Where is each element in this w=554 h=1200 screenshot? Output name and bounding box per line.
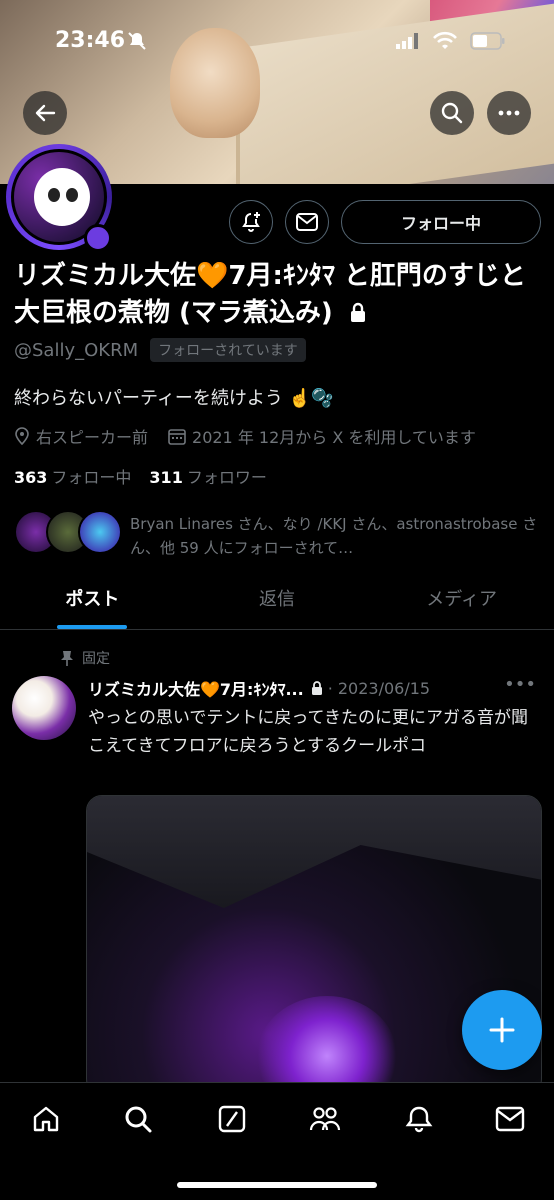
wifi-icon	[433, 31, 457, 49]
compose-button[interactable]	[462, 990, 542, 1070]
mail-icon	[296, 213, 318, 231]
nav-home[interactable]	[28, 1101, 64, 1137]
following-count: 363	[14, 468, 48, 487]
following-button[interactable]: フォロー中	[341, 200, 541, 244]
avatar-eye	[66, 188, 78, 202]
post-more-icon[interactable]: •••	[504, 674, 536, 695]
nav-search[interactable]	[120, 1101, 156, 1137]
profile-location: 右スピーカー前	[36, 428, 149, 447]
follows-you-badge: フォローされています	[150, 338, 306, 362]
tab-media[interactable]: メディア	[369, 578, 554, 629]
bell-plus-icon	[242, 212, 260, 232]
profile-bio: 終わらないパーティーを続けよう ☝️🫧	[14, 388, 334, 409]
status-bar: 23:46	[0, 28, 554, 58]
profile-tabs: ポスト 返信 メディア	[0, 578, 554, 630]
following-label: フォロー中	[51, 468, 132, 487]
display-name: リズミカル大佐🧡7月:ｷﾝﾀﾏ と肛門のすじと大巨根の煮物 (マラ煮込み)	[14, 261, 526, 328]
followers-count: 311	[149, 468, 183, 487]
location-icon	[15, 427, 29, 445]
nav-communities[interactable]	[307, 1101, 343, 1137]
signal-icon	[396, 33, 418, 49]
profile-meta: 右スピーカー前 2021 年 12月から X を利用しています	[14, 424, 476, 448]
home-indicator	[177, 1182, 377, 1188]
more-icon	[498, 110, 520, 116]
mute-bell-icon	[128, 32, 146, 50]
pin-icon	[61, 651, 73, 666]
tab-replies[interactable]: 返信	[185, 578, 370, 629]
avatar-eye	[48, 188, 60, 202]
nav-notifications[interactable]	[401, 1101, 437, 1137]
post-lock-icon	[311, 681, 322, 695]
post-avatar[interactable]	[12, 676, 76, 740]
follower-avatar	[78, 510, 122, 554]
avatar-face	[34, 168, 90, 226]
follow-counts: 363 フォロー中 311 フォロワー	[14, 464, 267, 488]
more-button[interactable]	[487, 91, 531, 135]
back-arrow-icon	[35, 104, 56, 122]
communities-icon	[309, 1107, 341, 1131]
following-link[interactable]: 363 フォロー中	[14, 464, 131, 488]
pinned-indicator: 固定	[60, 648, 110, 668]
plus-icon	[489, 1017, 515, 1043]
search-icon	[441, 102, 463, 124]
media-glow	[257, 996, 397, 1094]
handle-row: @Sally_OKRM フォローされています	[14, 338, 306, 362]
search-button[interactable]	[430, 91, 474, 135]
followers-label: フォロワー	[186, 468, 267, 487]
tab-posts[interactable]: ポスト	[0, 578, 185, 629]
subscription-badge	[84, 224, 112, 252]
nav-messages[interactable]	[492, 1101, 528, 1137]
followed-by-text[interactable]: Bryan Linares さん、なり /KKJ さん、astronastrob…	[130, 512, 540, 560]
followed-by-avatars[interactable]	[14, 510, 122, 554]
messages-icon	[495, 1106, 525, 1132]
message-button[interactable]	[285, 200, 329, 244]
home-icon	[33, 1106, 59, 1132]
followers-link[interactable]: 311 フォロワー	[149, 464, 266, 488]
pinned-label: 固定	[82, 651, 110, 667]
nav-grok[interactable]	[214, 1101, 250, 1137]
post-text: やっとの思いでテントに戻ってきたのに更にアガる音が聞こえてきてフロアに戻ろうとす…	[88, 708, 528, 756]
notify-button[interactable]	[229, 200, 273, 244]
status-time: 23:46	[55, 28, 126, 53]
media-canopy	[87, 796, 541, 908]
search-icon	[125, 1106, 152, 1133]
post-header: リズミカル大佐🧡7月:ｷﾝﾀﾏ... · 2023/06/15 •••	[88, 674, 544, 700]
grok-icon	[218, 1105, 246, 1133]
post-author[interactable]: リズミカル大佐🧡7月:ｷﾝﾀﾏ...	[88, 676, 304, 700]
back-button[interactable]	[23, 91, 67, 135]
calendar-icon	[168, 429, 186, 445]
profile-handle: @Sally_OKRM	[14, 339, 139, 361]
battery-icon	[470, 32, 505, 50]
post-date[interactable]: · 2023/06/15	[328, 679, 430, 698]
lock-icon	[350, 302, 365, 322]
profile-joined: 2021 年 12月から X を利用しています	[192, 428, 476, 447]
profile-name: リズミカル大佐🧡7月:ｷﾝﾀﾏ と肛門のすじと大巨根の煮物 (マラ煮込み)	[14, 258, 544, 332]
notifications-icon	[405, 1106, 433, 1133]
